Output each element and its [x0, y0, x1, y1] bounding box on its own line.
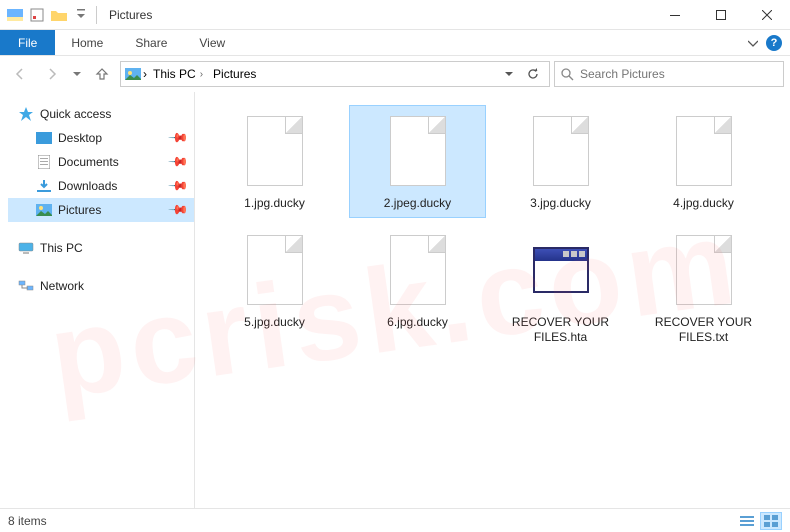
file-item[interactable]: 5.jpg.ducky: [207, 225, 342, 351]
pictures-folder-icon: [125, 66, 141, 82]
sidebar-item-label: Desktop: [58, 131, 102, 145]
file-name: 6.jpg.ducky: [387, 315, 448, 330]
file-icon: [676, 116, 732, 186]
new-folder-icon[interactable]: [50, 6, 68, 24]
thumbnails-view-button[interactable]: [760, 512, 782, 530]
tab-view[interactable]: View: [183, 30, 241, 55]
this-pc-header[interactable]: This PC: [8, 236, 194, 260]
search-input[interactable]: [580, 67, 777, 81]
forward-button[interactable]: [38, 60, 66, 88]
computer-icon: [18, 240, 34, 256]
properties-icon[interactable]: [28, 6, 46, 24]
network-icon: [18, 278, 34, 294]
file-name: 4.jpg.ducky: [673, 196, 734, 211]
file-name: 5.jpg.ducky: [244, 315, 305, 330]
pin-icon: 📌: [167, 151, 190, 174]
quick-access-header[interactable]: Quick access: [8, 102, 194, 126]
network-header[interactable]: Network: [8, 274, 194, 298]
documents-icon: [36, 154, 52, 170]
sidebar-item-documents[interactable]: Documents 📌: [8, 150, 194, 174]
statusbar: 8 items: [0, 508, 790, 532]
sidebar-item-downloads[interactable]: Downloads 📌: [8, 174, 194, 198]
sidebar-item-label: Downloads: [58, 179, 117, 193]
file-item[interactable]: 6.jpg.ducky: [350, 225, 485, 351]
file-name: 2.jpeg.ducky: [384, 196, 451, 211]
file-icon: [390, 116, 446, 186]
refresh-icon[interactable]: [521, 62, 545, 86]
file-icon: [247, 116, 303, 186]
pin-icon: 📌: [167, 175, 190, 198]
file-item[interactable]: RECOVER YOUR FILES.hta: [493, 225, 628, 351]
back-button[interactable]: [6, 60, 34, 88]
file-item[interactable]: 2.jpeg.ducky: [350, 106, 485, 217]
file-icon: [247, 235, 303, 305]
file-tab[interactable]: File: [0, 30, 55, 55]
sidebar-item-label: Pictures: [58, 203, 101, 217]
desktop-icon: [36, 130, 52, 146]
minimize-button[interactable]: [652, 0, 698, 30]
qat-dropdown-icon[interactable]: [72, 6, 90, 24]
maximize-button[interactable]: [698, 0, 744, 30]
hta-icon: [533, 247, 589, 293]
explorer-icon: [6, 6, 24, 24]
window-title: Pictures: [109, 8, 152, 22]
file-name: 1.jpg.ducky: [244, 196, 305, 211]
item-count: 8 items: [8, 514, 47, 528]
pin-icon: 📌: [167, 127, 190, 150]
ribbon: File Home Share View ?: [0, 30, 790, 56]
sidebar-item-label: Documents: [58, 155, 119, 169]
recent-locations-icon[interactable]: [70, 60, 84, 88]
crumb-pictures[interactable]: Pictures: [209, 67, 260, 81]
file-name: RECOVER YOUR FILES.txt: [644, 315, 764, 345]
tab-share[interactable]: Share: [119, 30, 183, 55]
file-item[interactable]: RECOVER YOUR FILES.txt: [636, 225, 771, 351]
history-dropdown-icon[interactable]: [497, 62, 521, 86]
file-name: 3.jpg.ducky: [530, 196, 591, 211]
navigation-pane: Quick access Desktop📌Documents📌Downloads…: [0, 92, 195, 508]
expand-ribbon-icon[interactable]: [748, 38, 758, 48]
pictures-icon: [36, 202, 52, 218]
file-list[interactable]: 1.jpg.ducky 2.jpeg.ducky 3.jpg.ducky 4.jpg.…: [195, 92, 790, 508]
sidebar-item-pictures[interactable]: Pictures 📌: [8, 198, 194, 222]
titlebar: Pictures: [0, 0, 790, 30]
file-item[interactable]: 3.jpg.ducky: [493, 106, 628, 217]
tab-home[interactable]: Home: [55, 30, 119, 55]
search-icon: [561, 68, 574, 81]
file-icon: [390, 235, 446, 305]
star-icon: [18, 106, 34, 122]
file-icon: [533, 116, 589, 186]
window-controls: [652, 0, 790, 30]
sidebar-item-desktop[interactable]: Desktop 📌: [8, 126, 194, 150]
chevron-right-icon[interactable]: ›: [143, 67, 147, 81]
file-name: RECOVER YOUR FILES.hta: [501, 315, 621, 345]
file-icon: [676, 235, 732, 305]
search-box[interactable]: [554, 61, 784, 87]
close-button[interactable]: [744, 0, 790, 30]
breadcrumb[interactable]: › This PC› Pictures: [120, 61, 550, 87]
pin-icon: 📌: [167, 199, 190, 222]
quick-access-toolbar: [0, 6, 90, 24]
details-view-button[interactable]: [736, 512, 758, 530]
file-item[interactable]: 1.jpg.ducky: [207, 106, 342, 217]
addressbar: › This PC› Pictures: [0, 56, 790, 92]
separator: [96, 6, 97, 24]
up-button[interactable]: [88, 60, 116, 88]
crumb-this-pc[interactable]: This PC›: [149, 67, 207, 81]
file-item[interactable]: 4.jpg.ducky: [636, 106, 771, 217]
downloads-icon: [36, 178, 52, 194]
help-icon[interactable]: ?: [766, 35, 782, 51]
